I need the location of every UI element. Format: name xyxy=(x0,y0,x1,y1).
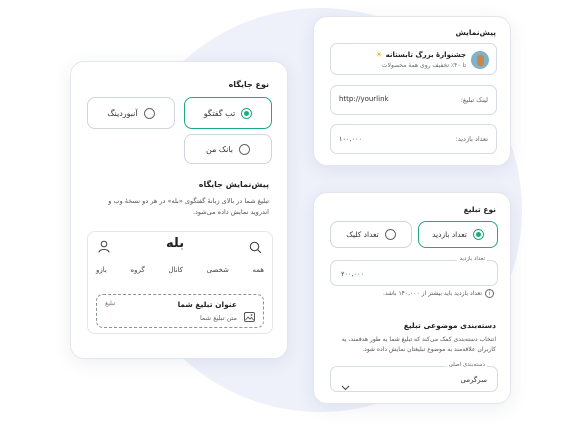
views-count-label: تعداد بازدید xyxy=(457,256,487,262)
option-views[interactable]: تعداد بازدید xyxy=(418,221,498,248)
avatar xyxy=(471,51,489,69)
tab-personal[interactable]: شخصی xyxy=(207,266,229,274)
link-value: http://yourlink xyxy=(339,95,389,103)
views-hint: تعداد بازدید باید بیشتر از ۱۴۰,۰۰۰ باشد.… xyxy=(383,289,494,298)
app-tabs: همه شخصی کانال گروه بازو xyxy=(92,266,268,274)
category-select[interactable]: دسته‌بندی اصلی سرگرمی xyxy=(330,362,498,392)
app-preview: بله همه شخصی کانال گروه بازو عنوان تبلیغ… xyxy=(87,231,273,334)
category-title: دسته‌بندی موضوعی تبلیغ xyxy=(403,321,496,330)
placement-title: نوع جایگاه xyxy=(228,80,269,89)
tab-channel[interactable]: کانال xyxy=(168,266,183,274)
radio-my-bank[interactable] xyxy=(238,143,250,155)
option-label: تعداد بازدید xyxy=(432,230,467,239)
radio-onboarding[interactable] xyxy=(143,107,155,119)
views-count-value: ۲۰۰,۰۰۰ xyxy=(341,270,365,278)
banner-title: جشنوارهٔ بزرگ تابستانه xyxy=(385,50,466,59)
preview-desc: تبلیغ شما در بالای زبانهٔ گفتگوی «بله» د… xyxy=(108,197,269,216)
link-field[interactable]: لینک تبلیغ: http://yourlink xyxy=(330,85,497,115)
ad-title: عنوان تبلیغ شما xyxy=(177,300,237,309)
tab-group[interactable]: گروه xyxy=(130,266,144,274)
option-clicks[interactable]: تعداد کلیک xyxy=(330,221,412,248)
app-logo: بله xyxy=(166,236,185,251)
ad-type-title: نوع تبلیغ xyxy=(463,205,496,214)
info-icon: i xyxy=(485,289,494,298)
option-onboarding[interactable]: آنبوردینگ xyxy=(87,97,175,129)
sun-icon: ☀ xyxy=(375,50,383,59)
radio-chat-tab[interactable] xyxy=(241,107,253,119)
option-label: آنبوردینگ xyxy=(107,108,138,118)
views-field[interactable]: تعداد بازدید: ۱۰۰,۰۰۰ xyxy=(330,124,497,154)
chevron-down-icon[interactable] xyxy=(341,376,350,391)
ad-text: متن تبلیغ شما xyxy=(199,314,237,322)
ad-banner: جشنوارهٔ بزرگ تابستانه ☀ تا ۴۰٪ تخفیف رو… xyxy=(330,43,497,75)
radio-views[interactable] xyxy=(472,229,484,240)
category-select-label: دسته‌بندی اصلی xyxy=(446,362,487,368)
option-chat-tab[interactable]: تب گفتگو xyxy=(184,97,272,129)
preview-card-title: پیش‌نمایش xyxy=(455,28,496,37)
banner-sub: تا ۴۰٪ تخفیف روی همهٔ محصولات xyxy=(381,62,466,69)
image-icon xyxy=(244,307,255,322)
search-icon[interactable] xyxy=(249,239,262,254)
views-value: ۱۰۰,۰۰۰ xyxy=(339,135,363,143)
ad-placeholder: عنوان تبلیغ شما متن تبلیغ شما تبلیغ xyxy=(96,294,264,328)
views-count-input[interactable]: تعداد بازدید ۲۰۰,۰۰۰ xyxy=(330,256,498,286)
option-label: تعداد کلیک xyxy=(346,230,379,239)
tab-bot[interactable]: بازو xyxy=(96,266,107,274)
option-my-bank[interactable]: بانک من xyxy=(184,134,272,164)
tab-all[interactable]: همه xyxy=(253,266,265,274)
link-label: لینک تبلیغ: xyxy=(460,96,488,104)
radio-clicks[interactable] xyxy=(384,229,396,240)
preview-title: پیش‌نمایش جایگاه xyxy=(198,180,269,189)
category-desc: انتخاب دسته‌بندی کمک می‌کند که تبلیغ شما… xyxy=(341,336,496,353)
placement-card: نوع جایگاه تب گفتگو آنبوردینگ بانک من پی… xyxy=(70,61,288,359)
option-label: بانک من xyxy=(206,144,233,154)
ad-preview-card: پیش‌نمایش جشنوارهٔ بزرگ تابستانه ☀ تا ۴۰… xyxy=(313,16,511,166)
views-label: تعداد بازدید: xyxy=(455,135,488,143)
option-label: تب گفتگو xyxy=(203,108,236,118)
ad-badge: تبلیغ xyxy=(105,300,116,307)
user-icon[interactable] xyxy=(98,238,110,253)
banner-title-row: جشنوارهٔ بزرگ تابستانه ☀ xyxy=(375,50,466,59)
category-select-value: سرگرمی xyxy=(460,376,487,384)
ad-type-card: نوع تبلیغ تعداد بازدید تعداد کلیک تعداد … xyxy=(313,192,511,404)
